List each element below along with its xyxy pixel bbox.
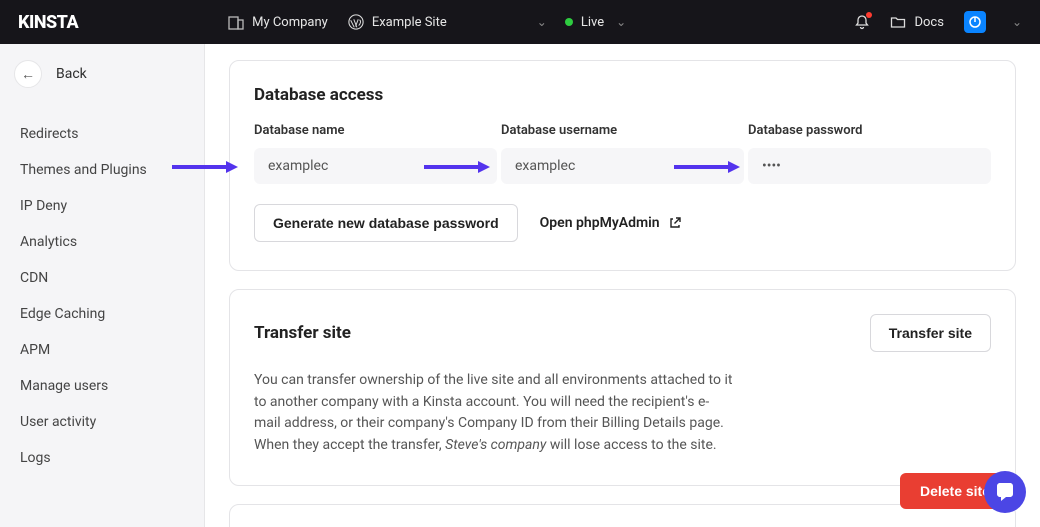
sidebar-item-apm[interactable]: APM — [0, 332, 204, 368]
sidebar-item-ip-deny[interactable]: IP Deny — [0, 188, 204, 224]
chevron-down-icon: ⌄ — [537, 15, 547, 29]
database-access-card: Database access Database name examplec D… — [229, 60, 1016, 271]
env-picker[interactable]: Live ⌄ — [565, 15, 626, 30]
sidebar-item-cdn[interactable]: CDN — [0, 260, 204, 296]
db-user-value[interactable]: examplec — [501, 148, 744, 184]
sidebar-item-edge-caching[interactable]: Edge Caching — [0, 296, 204, 332]
external-link-icon — [668, 216, 682, 230]
transfer-site-button[interactable]: Transfer site — [870, 314, 991, 352]
sidebar-item-analytics[interactable]: Analytics — [0, 224, 204, 260]
generate-password-button[interactable]: Generate new database password — [254, 204, 518, 242]
sidebar-item-redirects[interactable]: Redirects — [0, 116, 204, 152]
sidebar: ← Back Redirects Themes and Plugins IP D… — [0, 44, 205, 527]
back-button[interactable]: ← Back — [14, 60, 204, 88]
site-name: Example Site — [372, 15, 447, 30]
phpmyadmin-label: Open phpMyAdmin — [540, 215, 660, 231]
company-picker[interactable]: My Company — [228, 14, 328, 30]
wordpress-icon — [348, 14, 364, 30]
db-user-label: Database username — [501, 123, 744, 138]
top-header: KINSTA My Company Example Site ⌄ Live ⌄ … — [0, 0, 1040, 44]
kinsta-logo: KINSTA — [18, 12, 78, 33]
delete-site-card: Delete site — [229, 504, 1016, 527]
chevron-down-icon: ⌄ — [616, 15, 626, 29]
card-title: Database access — [254, 85, 991, 105]
db-name-value[interactable]: examplec — [254, 148, 497, 184]
chevron-down-icon[interactable]: ⌄ — [1012, 15, 1022, 29]
card-title: Transfer site — [254, 323, 351, 343]
docs-label: Docs — [914, 15, 943, 30]
chat-icon — [994, 481, 1016, 503]
env-label: Live — [581, 15, 604, 30]
notifications-button[interactable] — [854, 14, 870, 30]
db-pass-value[interactable]: •••• — [748, 148, 991, 184]
sidebar-item-themes-plugins[interactable]: Themes and Plugins — [0, 152, 204, 188]
db-name-label: Database name — [254, 123, 497, 138]
docs-link[interactable]: Docs — [890, 14, 943, 30]
site-picker[interactable]: Example Site ⌄ — [348, 14, 547, 30]
company-icon — [228, 14, 244, 30]
sidebar-item-user-activity[interactable]: User activity — [0, 404, 204, 440]
transfer-site-card: Transfer site Transfer site You can tran… — [229, 289, 1016, 486]
live-status-dot — [565, 18, 573, 26]
notification-dot — [866, 12, 872, 18]
folder-icon — [890, 14, 906, 30]
open-phpmyadmin-link[interactable]: Open phpMyAdmin — [540, 215, 682, 231]
sidebar-item-logs[interactable]: Logs — [0, 440, 204, 476]
back-label: Back — [56, 66, 87, 82]
user-avatar[interactable] — [964, 11, 986, 33]
main-content: Database access Database name examplec D… — [205, 44, 1040, 527]
sidebar-item-manage-users[interactable]: Manage users — [0, 368, 204, 404]
arrow-left-icon: ← — [14, 60, 42, 88]
chat-widget-button[interactable] — [984, 471, 1026, 513]
power-icon — [968, 15, 982, 29]
transfer-description: You can transfer ownership of the live s… — [254, 370, 734, 457]
company-name: My Company — [252, 15, 328, 30]
db-pass-label: Database password — [748, 123, 991, 138]
